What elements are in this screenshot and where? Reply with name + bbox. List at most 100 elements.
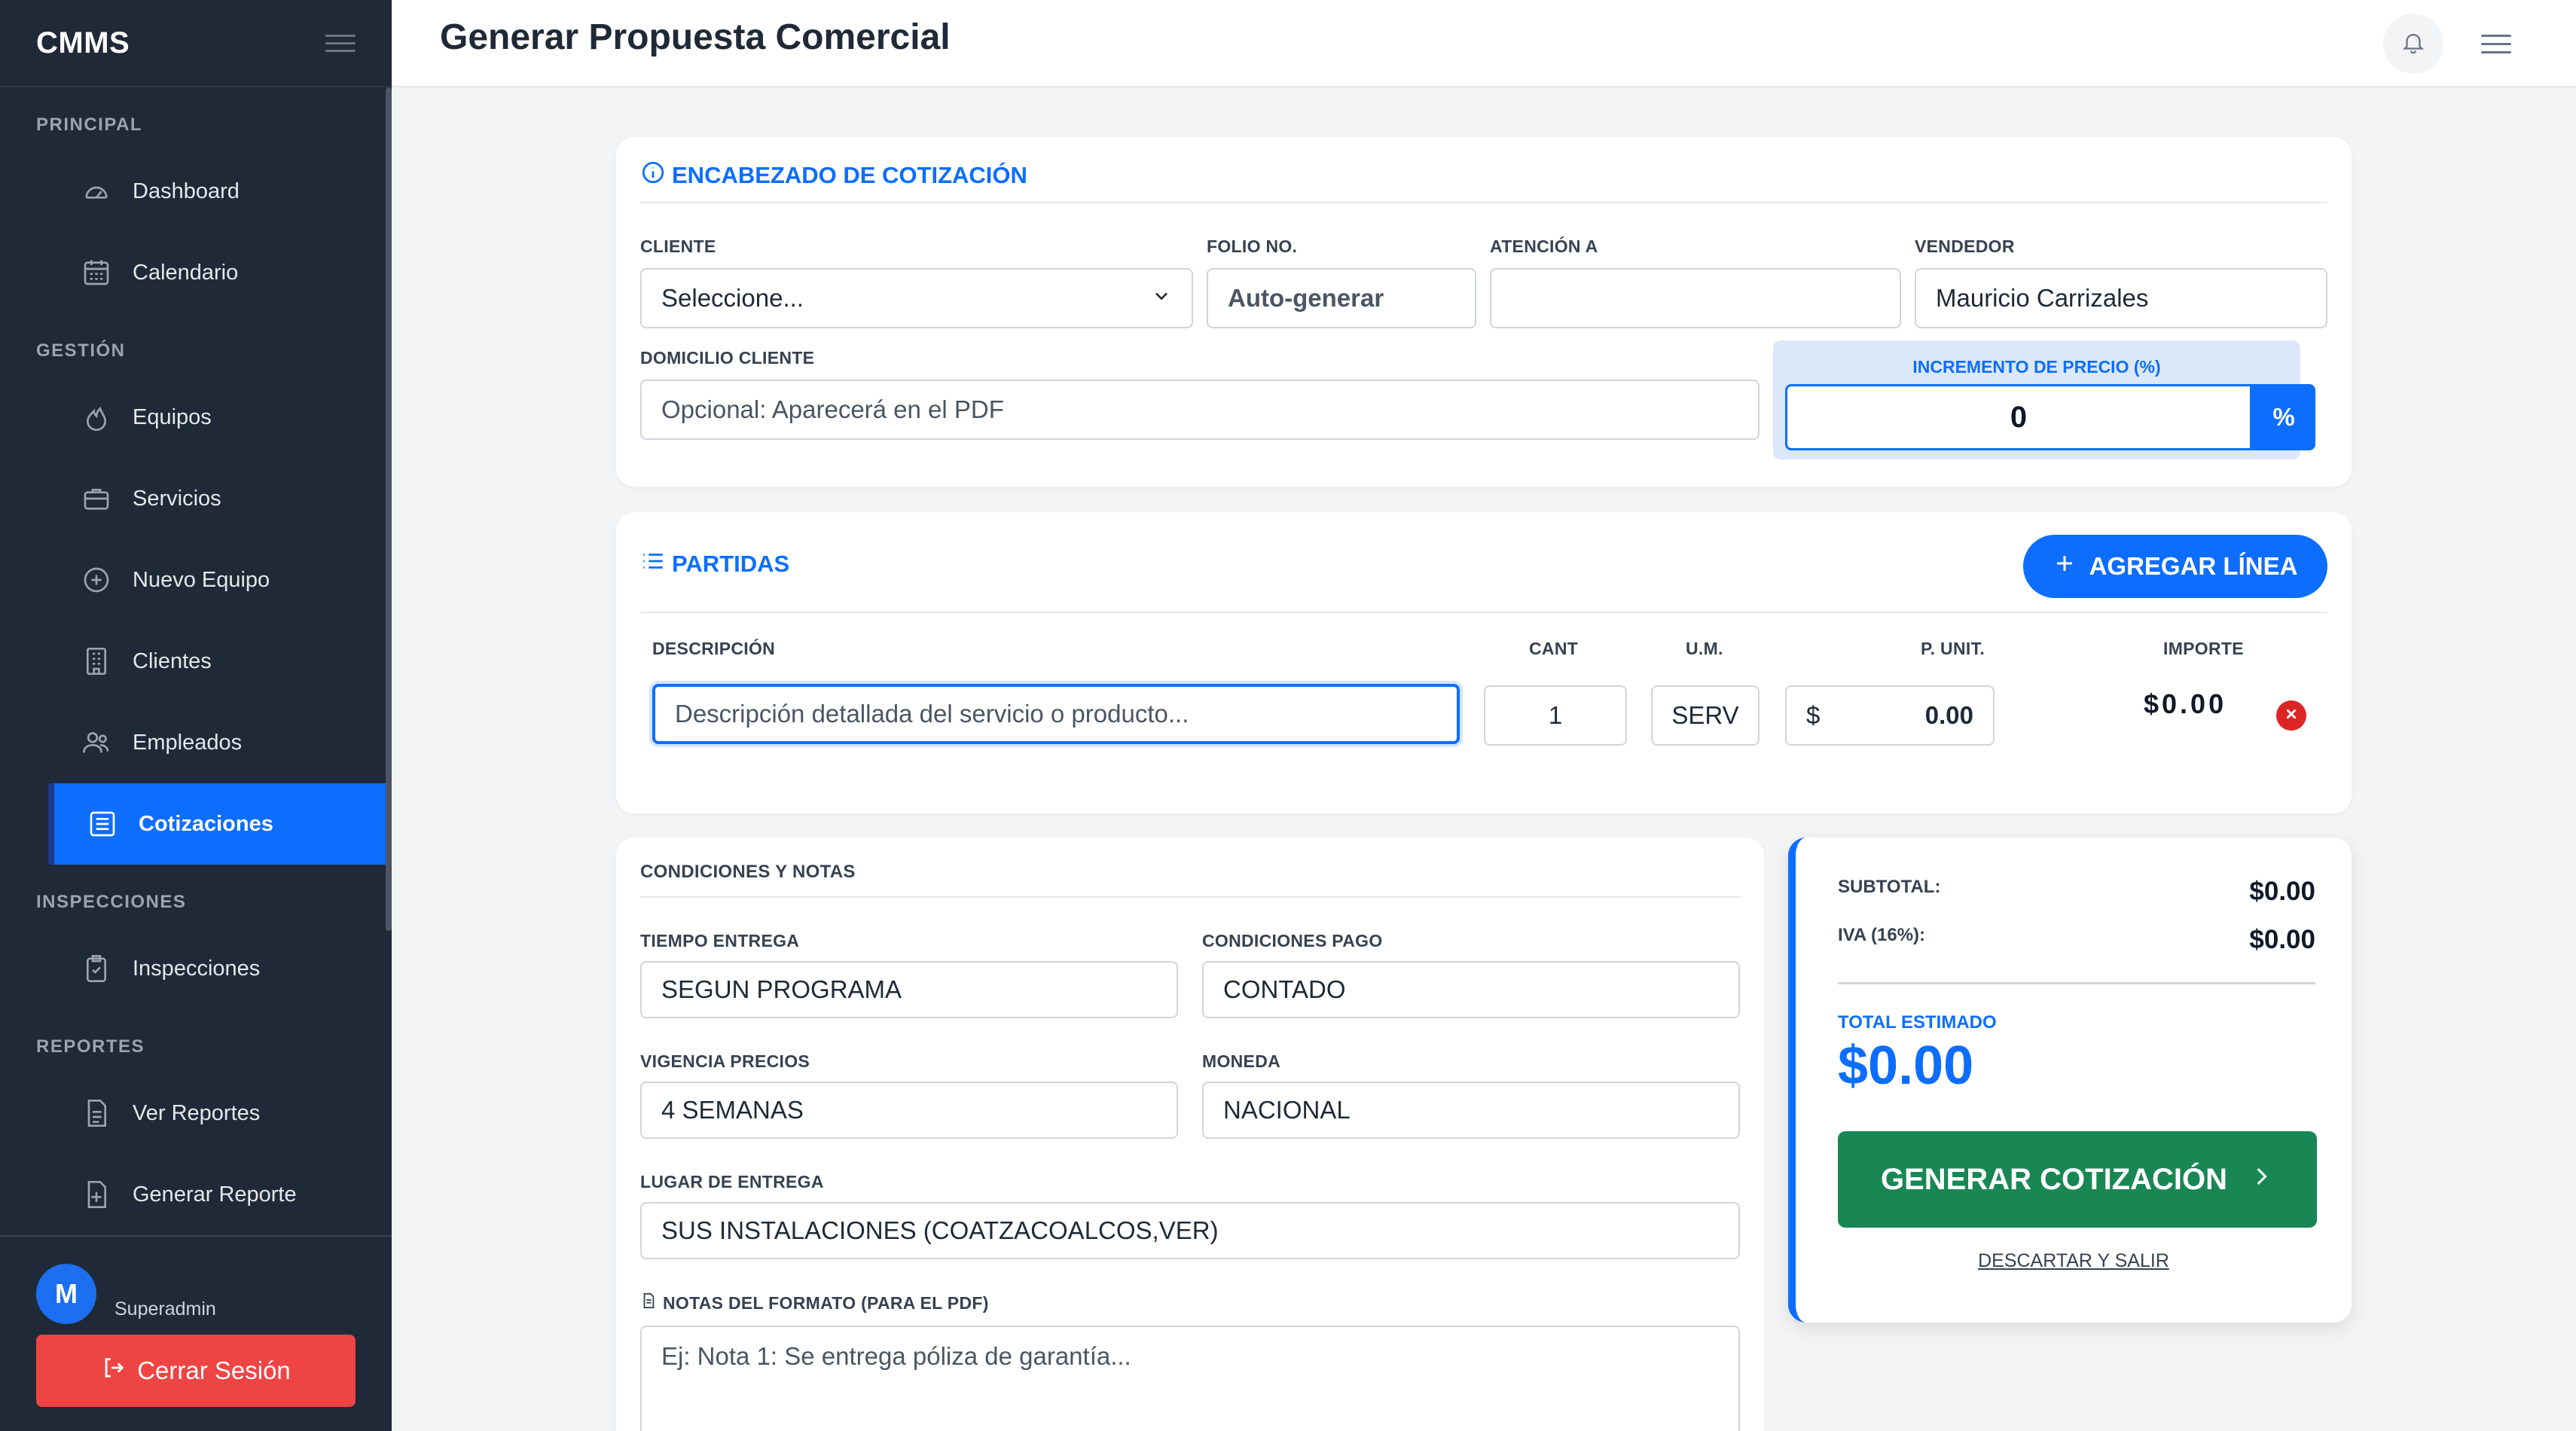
sidebar-item-servicios[interactable]: Servicios bbox=[0, 458, 392, 539]
generate-quote-label: GENERAR COTIZACIÓN bbox=[1881, 1162, 2227, 1196]
notifications-button[interactable] bbox=[2383, 14, 2443, 74]
sidebar-item-ver-reportes[interactable]: Ver Reportes bbox=[0, 1072, 392, 1154]
sidebar-section-gestion: GESTIÓN bbox=[36, 340, 126, 361]
sidebar-item-label: Clientes bbox=[133, 648, 212, 673]
document-list-icon bbox=[87, 809, 118, 839]
logout-label: Cerrar Sesión bbox=[137, 1356, 291, 1384]
discard-link[interactable]: DESCARTAR Y SALIR bbox=[1796, 1250, 2352, 1272]
tiempo-label: TIEMPO ENTREGA bbox=[640, 931, 800, 950]
moneda-input[interactable]: NACIONAL bbox=[1202, 1082, 1740, 1139]
atencion-input[interactable] bbox=[1490, 268, 1901, 328]
sidebar-item-nuevo-equipo[interactable]: Nuevo Equipo bbox=[0, 539, 392, 621]
vigencia-label: VIGENCIA PRECIOS bbox=[640, 1051, 810, 1071]
pago-label: CONDICIONES PAGO bbox=[1202, 931, 1383, 950]
building-icon bbox=[81, 646, 111, 676]
percent-suffix: % bbox=[2252, 384, 2315, 450]
chevron-right-icon bbox=[2248, 1163, 2274, 1197]
descripcion-input[interactable]: Descripción detallada del servicio o pro… bbox=[652, 684, 1460, 744]
logout-icon bbox=[101, 1355, 127, 1387]
add-line-label: AGREGAR LÍNEA bbox=[2089, 552, 2298, 580]
pago-input[interactable]: CONTADO bbox=[1202, 961, 1740, 1018]
topbar: Generar Propuesta Comercial bbox=[392, 0, 2576, 87]
info-icon bbox=[640, 160, 666, 191]
calendar-icon bbox=[81, 258, 111, 288]
chevron-down-icon bbox=[1151, 284, 1172, 313]
sidebar-item-label: Generar Reporte bbox=[133, 1182, 297, 1207]
condiciones-title: CONDICIONES Y NOTAS bbox=[640, 862, 856, 882]
people-icon bbox=[81, 728, 111, 758]
sidebar-item-label: Ver Reportes bbox=[133, 1100, 261, 1125]
cliente-select-value: Seleccione... bbox=[661, 284, 804, 312]
sidebar-item-label: Calendario bbox=[133, 260, 239, 285]
sidebar-item-label: Equipos bbox=[133, 404, 212, 429]
folio-input[interactable]: Auto-generar bbox=[1207, 268, 1476, 328]
incremento-input[interactable]: 0 bbox=[1785, 384, 2252, 450]
col-importe: IMPORTE bbox=[2163, 639, 2244, 658]
generate-quote-button[interactable]: GENERAR COTIZACIÓN bbox=[1838, 1131, 2317, 1228]
p-unit-input[interactable]: $ 0.00 bbox=[1785, 685, 1995, 746]
sidebar-item-dashboard[interactable]: Dashboard bbox=[0, 151, 392, 232]
notas-label: NOTAS DEL FORMATO (PARA EL PDF) bbox=[640, 1292, 989, 1314]
cliente-select[interactable]: Seleccione... bbox=[640, 268, 1193, 328]
tiempo-input[interactable]: SEGUN PROGRAMA bbox=[640, 961, 1178, 1018]
currency-symbol: $ bbox=[1806, 701, 1821, 729]
file-plus-icon bbox=[81, 1179, 111, 1210]
bell-icon bbox=[2401, 29, 2426, 59]
notas-label-text: NOTAS DEL FORMATO (PARA EL PDF) bbox=[663, 1292, 989, 1313]
sidebar-item-cotizaciones[interactable]: Cotizaciones bbox=[48, 783, 386, 865]
col-um: U.M. bbox=[1686, 639, 1723, 658]
vigencia-input[interactable]: 4 SEMANAS bbox=[640, 1082, 1178, 1139]
summary-card: SUBTOTAL: $0.00 IVA (16%): $0.00 TOTAL E… bbox=[1788, 838, 2352, 1323]
subtotal-label: SUBTOTAL: bbox=[1838, 877, 1941, 897]
sidebar-item-label: Empleados bbox=[133, 730, 243, 755]
sidebar-item-calendario[interactable]: Calendario bbox=[0, 232, 392, 313]
sidebar-item-label: Dashboard bbox=[133, 178, 240, 203]
encabezado-card: ENCABEZADO DE COTIZACIÓN CLIENTE Selecci… bbox=[616, 137, 2352, 487]
sidebar-item-equipos[interactable]: Equipos bbox=[0, 377, 392, 458]
col-cant: CANT bbox=[1529, 639, 1579, 658]
sidebar-item-empleados[interactable]: Empleados bbox=[0, 702, 392, 783]
importe-value: $0.00 bbox=[2144, 688, 2227, 719]
add-line-button[interactable]: AGREGAR LÍNEA bbox=[2023, 535, 2327, 598]
sidebar-item-inspecciones[interactable]: Inspecciones bbox=[0, 928, 392, 1009]
sidebar-section-inspecciones: INSPECCIONES bbox=[36, 892, 187, 912]
note-icon bbox=[640, 1292, 657, 1314]
vendedor-input[interactable]: Mauricio Carrizales bbox=[1915, 268, 2327, 328]
clipboard-check-icon bbox=[81, 953, 111, 984]
moneda-label: MONEDA bbox=[1202, 1051, 1281, 1071]
um-input[interactable]: SERV bbox=[1651, 685, 1760, 746]
sidebar-toggle-icon[interactable] bbox=[325, 28, 356, 58]
list-icon bbox=[640, 548, 666, 580]
encabezado-title-text: ENCABEZADO DE COTIZACIÓN bbox=[672, 162, 1027, 188]
user-role: Superadmin bbox=[114, 1298, 216, 1320]
logout-button[interactable]: Cerrar Sesión bbox=[36, 1335, 356, 1407]
iva-value: $0.00 bbox=[2249, 925, 2315, 954]
sidebar-item-label: Servicios bbox=[133, 486, 221, 511]
fire-icon bbox=[81, 402, 111, 432]
iva-label: IVA (16%): bbox=[1838, 925, 1926, 945]
domicilio-input[interactable]: Opcional: Aparecerá en el PDF bbox=[640, 380, 1760, 440]
briefcase-icon bbox=[81, 484, 111, 514]
partidas-title-text: PARTIDAS bbox=[672, 551, 790, 577]
col-p-unit: P. UNIT. bbox=[1921, 639, 1985, 658]
sidebar-item-generar-reporte[interactable]: Generar Reporte bbox=[0, 1154, 392, 1235]
hamburger-menu-icon[interactable] bbox=[2481, 29, 2511, 59]
lugar-label: LUGAR DE ENTREGA bbox=[640, 1172, 824, 1191]
total-label: TOTAL ESTIMADO bbox=[1838, 1012, 1997, 1033]
incremento-label: INCREMENTO DE PRECIO (%) bbox=[1912, 357, 2161, 377]
avatar[interactable]: M bbox=[36, 1264, 96, 1324]
folio-label: FOLIO No. bbox=[1207, 236, 1298, 256]
delete-row-button[interactable] bbox=[2276, 700, 2306, 731]
domicilio-label: DOMICILIO CLIENTE bbox=[640, 348, 815, 368]
sidebar: CMMS PRINCIPAL Dashboard Calendario GEST… bbox=[0, 0, 392, 1431]
notas-textarea[interactable]: Ej: Nota 1: Se entrega póliza de garantí… bbox=[640, 1326, 1740, 1431]
cliente-label: CLIENTE bbox=[640, 236, 716, 256]
lugar-input[interactable]: SUS INSTALACIONES (COATZACOALCOS,VER) bbox=[640, 1202, 1740, 1259]
sidebar-item-clientes[interactable]: Clientes bbox=[0, 621, 392, 702]
vendedor-label: VENDEDOR bbox=[1915, 236, 2015, 256]
encabezado-title: ENCABEZADO DE COTIZACIÓN bbox=[640, 160, 1027, 191]
total-value: $0.00 bbox=[1838, 1036, 1974, 1096]
sidebar-brand: CMMS bbox=[0, 0, 392, 87]
cantidad-input[interactable]: 1 bbox=[1484, 685, 1627, 746]
sidebar-scrollbar[interactable] bbox=[386, 87, 392, 931]
